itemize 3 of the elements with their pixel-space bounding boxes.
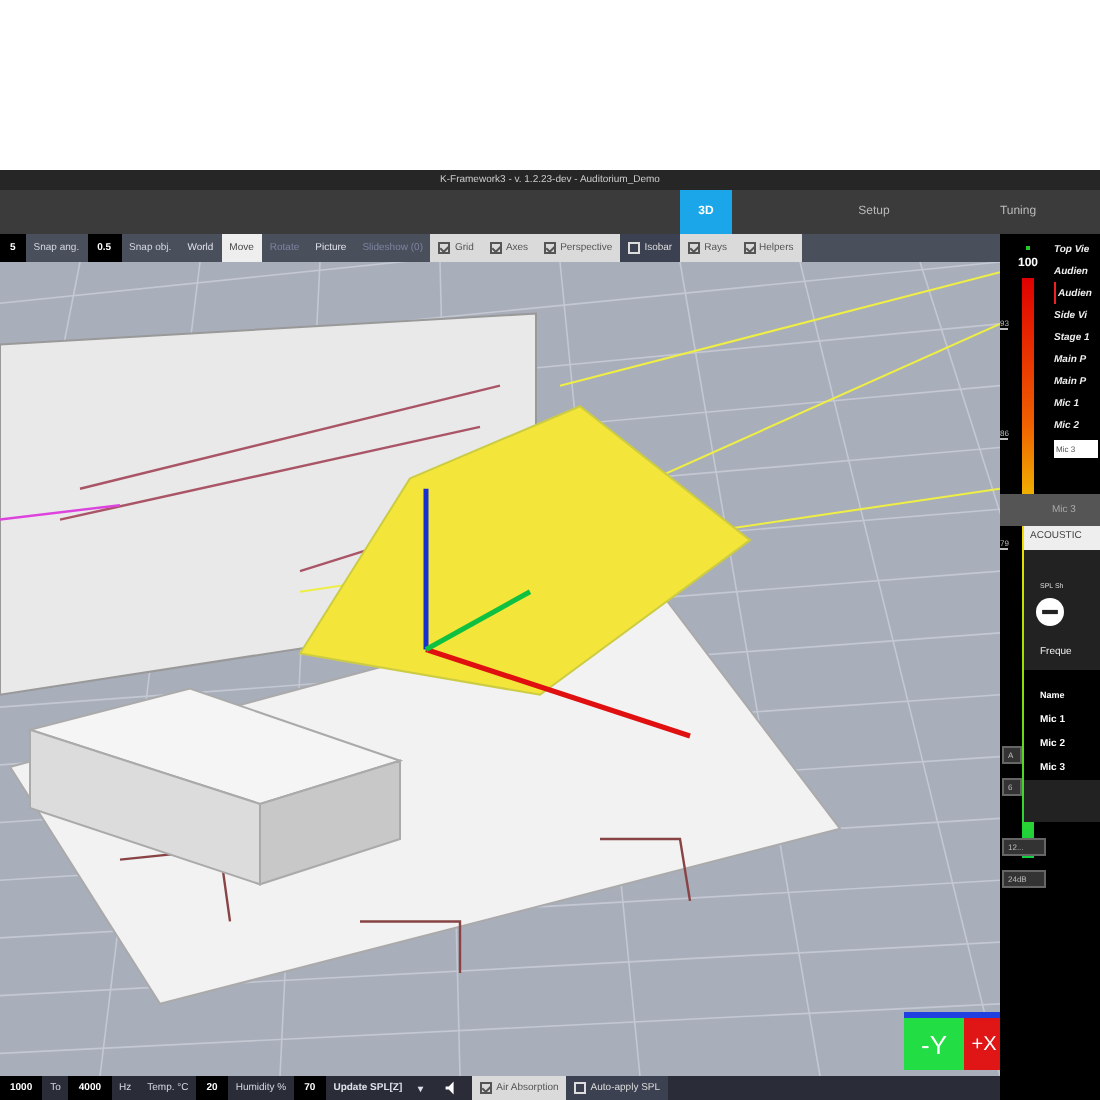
minus-icon[interactable]: [1036, 598, 1064, 626]
cube-face: -Y: [904, 1018, 964, 1070]
cube-face: +X: [964, 1018, 1004, 1070]
